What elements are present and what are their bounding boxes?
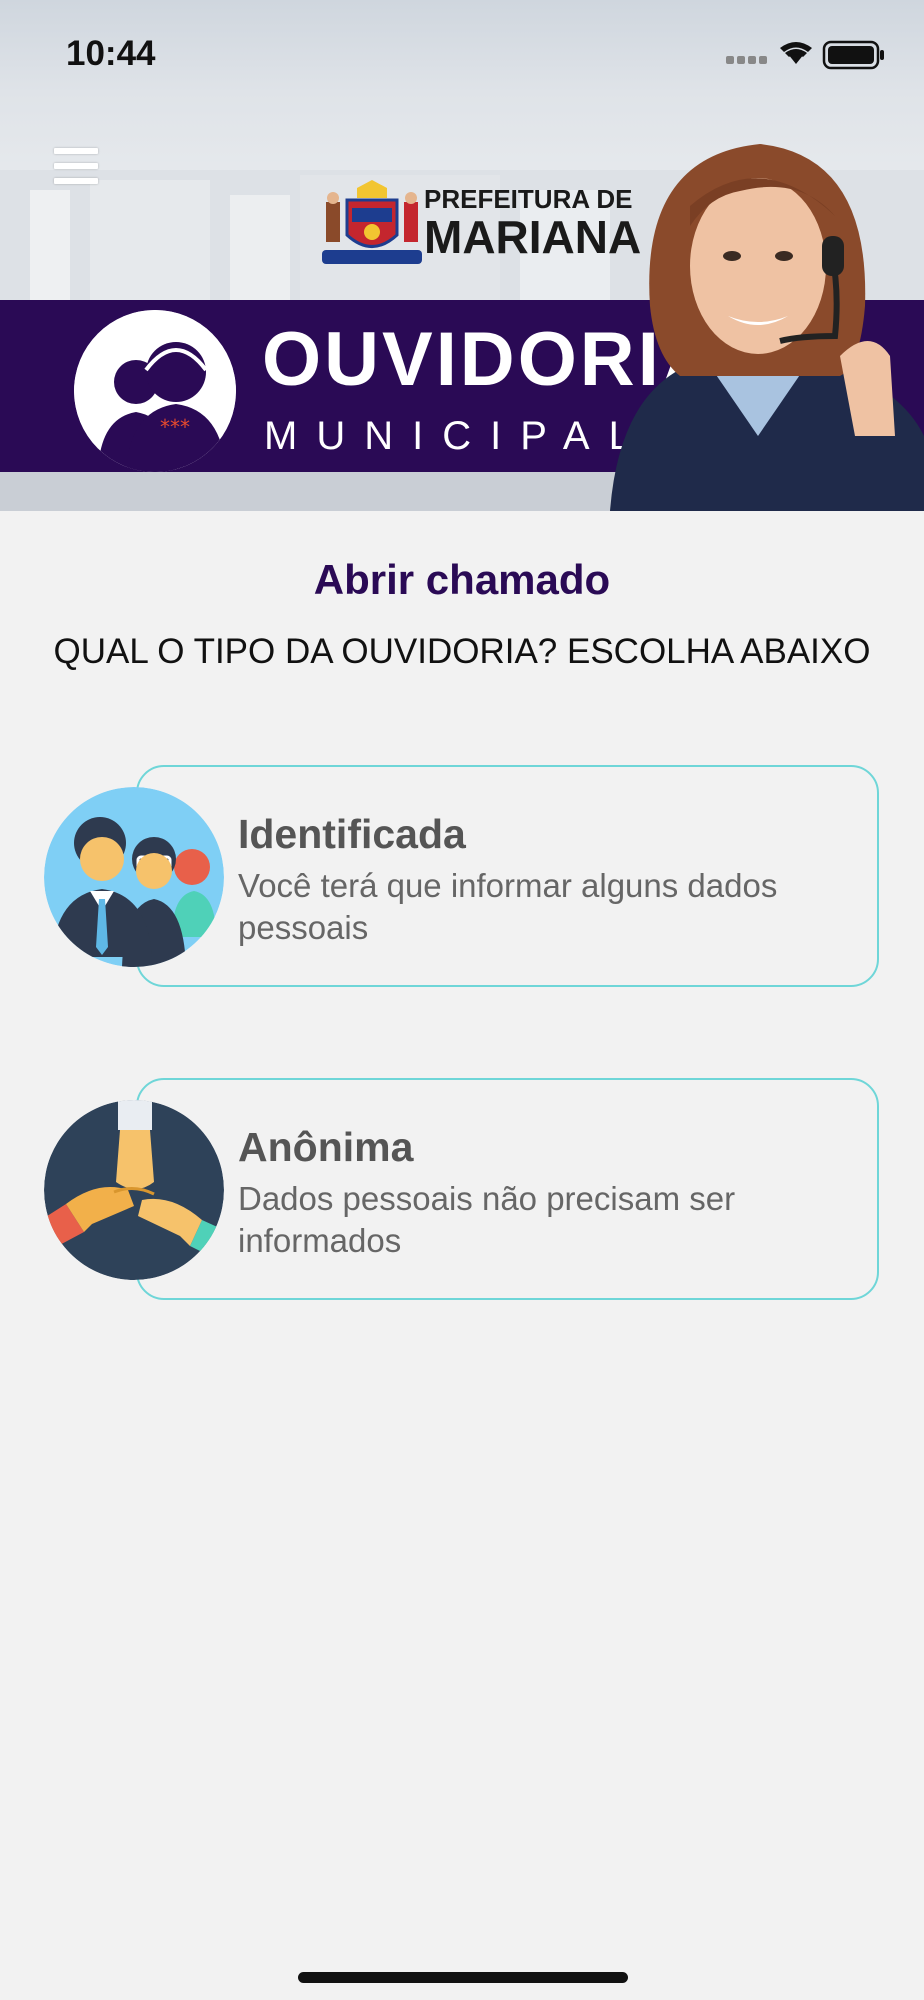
header-banner: 10:44 PREFEITURA DE MARIANA *** OUVIDORI… (0, 0, 924, 511)
option-anonima-card[interactable]: Anônima Dados pessoais não precisam ser … (136, 1078, 879, 1300)
option-title: Anônima (238, 1124, 414, 1170)
option-description: Você terá que informar alguns dados pess… (238, 867, 778, 946)
call-center-agent-photo (610, 144, 924, 511)
option-description: Dados pessoais não precisam ser informad… (238, 1180, 736, 1259)
wifi-icon (780, 42, 812, 64)
home-indicator[interactable] (298, 1972, 628, 1983)
page-subtitle: QUAL O TIPO DA OUVIDORIA? ESCOLHA ABAIXO (53, 632, 871, 671)
joined-hands-icon[interactable] (44, 1100, 224, 1280)
people-group-icon[interactable] (44, 787, 224, 967)
option-identificada-card[interactable]: Identificada Você terá que informar algu… (136, 765, 879, 987)
page-title: Abrir chamado (313, 556, 611, 603)
status-time: 10:44 (66, 34, 156, 73)
app-screen: 10:44 PREFEITURA DE MARIANA *** OUVIDORI… (0, 0, 924, 2000)
hamburger-menu-icon[interactable] (54, 148, 100, 186)
svg-text:***: *** (160, 415, 190, 439)
signal-icon (726, 56, 767, 64)
option-title: Identificada (238, 811, 466, 857)
headset-agents-icon: *** (74, 310, 236, 472)
status-icons (726, 40, 884, 70)
battery-icon (822, 40, 884, 70)
